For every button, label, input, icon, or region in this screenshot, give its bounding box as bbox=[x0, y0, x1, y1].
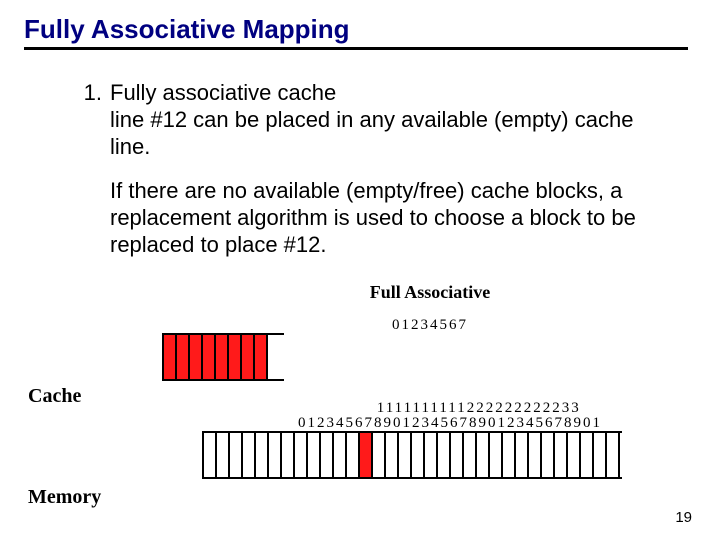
memory-cell bbox=[464, 433, 477, 477]
memory-cell bbox=[347, 433, 360, 477]
memory-cell bbox=[334, 433, 347, 477]
item-line-1: Fully associative cache bbox=[110, 80, 658, 107]
cache-cell bbox=[229, 335, 242, 379]
memory-cell bbox=[503, 433, 516, 477]
cache-cell bbox=[216, 335, 229, 379]
memory-cell bbox=[542, 433, 555, 477]
memory-cell bbox=[321, 433, 334, 477]
memory-cell bbox=[594, 433, 607, 477]
memory-cell bbox=[282, 433, 295, 477]
memory-cell bbox=[399, 433, 412, 477]
memory-cell bbox=[529, 433, 542, 477]
memory-cell bbox=[438, 433, 451, 477]
memory-cell bbox=[373, 433, 386, 477]
memory-cell bbox=[256, 433, 269, 477]
memory-cell bbox=[516, 433, 529, 477]
memory-cell bbox=[490, 433, 503, 477]
memory-cell bbox=[269, 433, 282, 477]
cache-cell bbox=[242, 335, 255, 379]
list-number: 1. bbox=[74, 80, 110, 160]
memory-cell bbox=[308, 433, 321, 477]
page-number: 19 bbox=[675, 509, 692, 526]
memory-cell bbox=[555, 433, 568, 477]
memory-cell bbox=[295, 433, 308, 477]
memory-cell bbox=[217, 433, 230, 477]
memory-cell bbox=[607, 433, 620, 477]
cache-cell bbox=[177, 335, 190, 379]
paragraph: If there are no available (empty/free) c… bbox=[110, 178, 658, 258]
cache-diagram: Full Associative 01234567 Cache bbox=[22, 283, 698, 381]
cache-label: Cache bbox=[28, 385, 81, 408]
cache-indices: 01234567 bbox=[162, 303, 698, 333]
list-item: 1. Fully associative cache line #12 can … bbox=[74, 80, 658, 160]
memory-cell bbox=[477, 433, 490, 477]
cache-cell bbox=[190, 335, 203, 379]
memory-indices: 1111111111222222222233012345678901234567… bbox=[202, 401, 698, 431]
memory-cell bbox=[386, 433, 399, 477]
title-underline bbox=[24, 47, 688, 50]
memory-cell bbox=[412, 433, 425, 477]
cache-cell bbox=[255, 335, 268, 379]
memory-cell bbox=[230, 433, 243, 477]
memory-diagram: 1111111111222222222233012345678901234567… bbox=[22, 401, 698, 479]
memory-label: Memory bbox=[28, 486, 101, 509]
cache-cell bbox=[164, 335, 177, 379]
page-title: Fully Associative Mapping bbox=[24, 14, 698, 45]
memory-cell bbox=[243, 433, 256, 477]
memory-cell bbox=[360, 433, 373, 477]
cache-cell bbox=[203, 335, 216, 379]
memory-cell bbox=[568, 433, 581, 477]
memory-cell bbox=[451, 433, 464, 477]
full-associative-label: Full Associative bbox=[162, 283, 698, 301]
memory-cell bbox=[204, 433, 217, 477]
item-line-2: line #12 can be placed in any available … bbox=[110, 107, 658, 161]
cache-bars bbox=[162, 333, 284, 381]
memory-cell bbox=[581, 433, 594, 477]
memory-bars bbox=[202, 431, 622, 479]
memory-cell bbox=[425, 433, 438, 477]
